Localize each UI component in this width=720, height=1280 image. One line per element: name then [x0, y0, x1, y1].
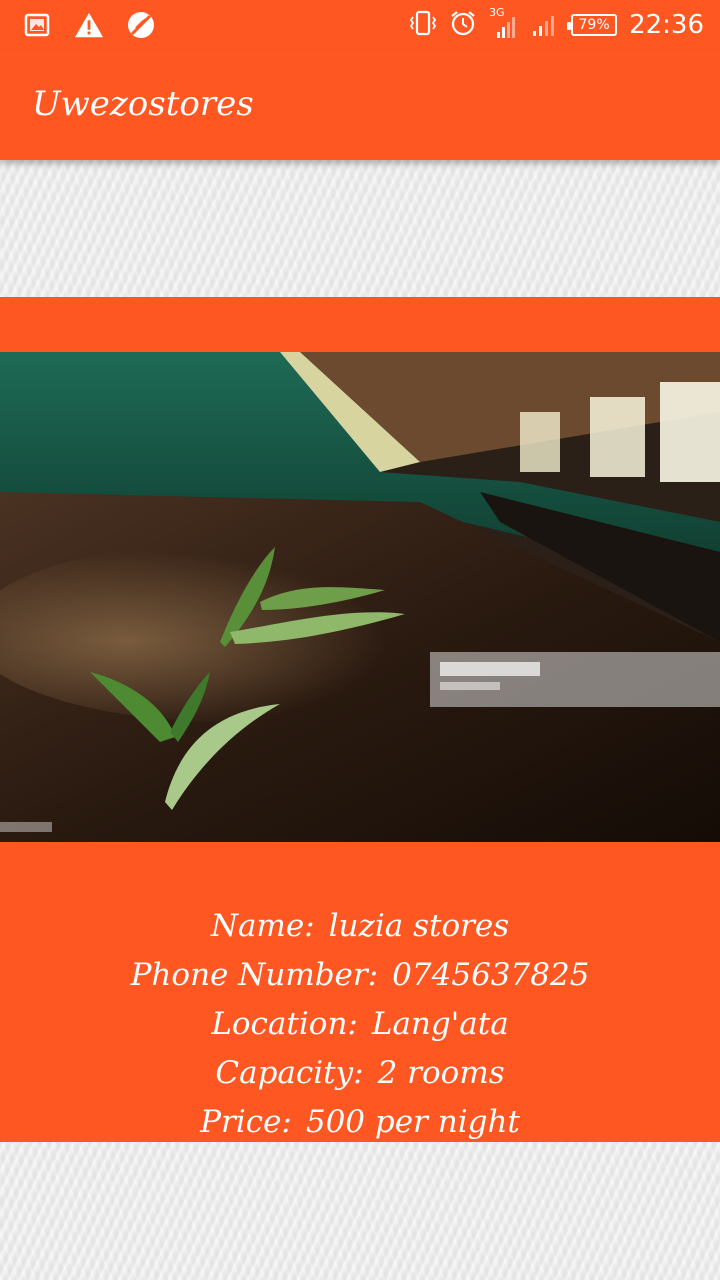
store-name-label: Name:: [210, 908, 315, 944]
store-location-row: Location: Lang'ata: [0, 1000, 720, 1049]
signal-3g-icon: 3G: [489, 6, 519, 40]
store-phone-row: Phone Number: 0745637825: [0, 951, 720, 1000]
battery-indicator: 79%: [567, 14, 618, 36]
warning-icon: [74, 10, 104, 40]
store-capacity-row: Capacity: 2 rooms: [0, 1049, 720, 1098]
status-bar: 3G 79% 22:36: [0, 0, 720, 50]
store-price-value: 500 per night: [305, 1104, 520, 1140]
store-name-row: Name: luzia stores: [0, 902, 720, 951]
no-sync-icon: [126, 10, 156, 40]
store-capacity-label: Capacity:: [215, 1055, 364, 1091]
app-bar: Uwezostores: [0, 50, 720, 160]
card-header-band: [0, 297, 720, 353]
store-capacity-value: 2 rooms: [377, 1055, 505, 1091]
signal-icon: [531, 9, 559, 41]
vibrate-icon: [409, 10, 437, 40]
store-price-row: Price: 500 per night: [0, 1098, 720, 1147]
app-title: Uwezostores: [32, 84, 254, 124]
alarm-icon: [449, 9, 477, 41]
store-name-value: luzia stores: [328, 908, 510, 944]
store-phone-label: Phone Number:: [130, 957, 379, 993]
image-icon: [22, 10, 52, 40]
store-location-label: Location:: [211, 1006, 358, 1042]
store-photo[interactable]: [0, 352, 720, 842]
store-info-panel: Name: luzia stores Phone Number: 074563782…: [0, 842, 720, 1142]
store-photo-image: [0, 352, 720, 842]
store-location-value: Lang'ata: [371, 1006, 509, 1042]
store-phone-value[interactable]: 0745637825: [392, 957, 589, 993]
store-price-label: Price:: [200, 1104, 292, 1140]
clock: 22:36: [629, 10, 704, 40]
